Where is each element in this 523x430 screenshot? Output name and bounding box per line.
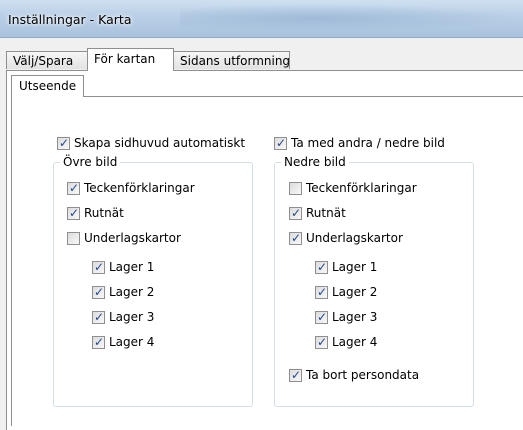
checkbox-box[interactable]: ✓ — [274, 135, 287, 150]
upper-layer-1-checkbox[interactable]: ✓ Lager 1 — [92, 259, 154, 275]
check-icon: ✓ — [93, 309, 105, 324]
upper-layer-3-label: Lager 3 — [109, 310, 155, 324]
checkbox-box[interactable]: ✓ — [92, 309, 105, 324]
lower-layer-3-label: Lager 3 — [332, 310, 378, 324]
checkbox-box[interactable]: ✓ — [289, 230, 302, 245]
lower-layer-4-checkbox[interactable]: ✓ Lager 4 — [315, 334, 377, 350]
upper-image-group: Övre bild ✓ Teckenförklaringar ✓ Rutnät … — [53, 155, 253, 407]
checkbox-box[interactable]: ✓ — [67, 205, 80, 220]
tab-for-kartan[interactable]: För kartan — [87, 48, 174, 71]
check-icon: ✓ — [68, 180, 80, 195]
lower-layer-2-checkbox[interactable]: ✓ Lager 2 — [315, 284, 377, 300]
window-title: Inställningar - Karta — [8, 12, 132, 27]
checkbox-box[interactable]: ✓ — [57, 135, 70, 150]
check-icon: ✓ — [290, 205, 302, 220]
upper-basemaps-checkbox[interactable]: Underlagskartor — [67, 230, 181, 246]
tab-valj-spara[interactable]: Välj/Spara — [6, 51, 88, 69]
checkbox-box[interactable]: ✓ — [289, 205, 302, 220]
check-icon: ✓ — [290, 367, 302, 382]
checkbox-box[interactable] — [67, 231, 80, 245]
upper-image-title: Övre bild — [60, 155, 121, 169]
include-second-image-label: Ta med andra / nedre bild — [291, 136, 445, 150]
upper-legends-label: Teckenförklaringar — [84, 181, 195, 195]
check-icon: ✓ — [316, 334, 328, 349]
check-icon: ✓ — [316, 309, 328, 324]
tab-utseende[interactable]: Utseende — [11, 75, 85, 97]
lower-legends-label: Teckenförklaringar — [306, 181, 417, 195]
check-icon: ✓ — [275, 135, 287, 150]
checkbox-box[interactable]: ✓ — [92, 284, 105, 299]
lower-image-group: Nedre bild Teckenförklaringar ✓ Rutnät ✓… — [274, 155, 474, 407]
lower-grid-checkbox[interactable]: ✓ Rutnät — [289, 205, 346, 221]
subpanel-utseende: ✓ Skapa sidhuvud automatiskt ✓ Ta med an… — [11, 96, 523, 426]
titlebar-glow — [180, 4, 520, 32]
checkbox-box[interactable]: ✓ — [315, 309, 328, 324]
remove-personal-data-checkbox[interactable]: ✓ Ta bort persondata — [289, 367, 419, 383]
lower-layer-1-checkbox[interactable]: ✓ Lager 1 — [315, 259, 377, 275]
check-icon: ✓ — [316, 284, 328, 299]
include-second-image-checkbox[interactable]: ✓ Ta med andra / nedre bild — [274, 135, 445, 151]
upper-grid-checkbox[interactable]: ✓ Rutnät — [67, 205, 124, 221]
checkbox-box[interactable]: ✓ — [289, 367, 302, 382]
checkbox-box[interactable]: ✓ — [315, 259, 328, 274]
tab-sidans-utformning[interactable]: Sidans utformning — [173, 51, 290, 69]
check-icon: ✓ — [93, 334, 105, 349]
checkbox-box[interactable]: ✓ — [315, 334, 328, 349]
upper-layer-3-checkbox[interactable]: ✓ Lager 3 — [92, 309, 154, 325]
remove-personal-data-label: Ta bort persondata — [306, 368, 420, 382]
lower-layer-1-label: Lager 1 — [332, 260, 378, 274]
lower-grid-label: Rutnät — [306, 206, 346, 220]
lower-basemaps-label: Underlagskartor — [306, 231, 403, 245]
checkbox-box[interactable]: ✓ — [315, 284, 328, 299]
check-icon: ✓ — [68, 205, 80, 220]
dialog-client-area: Välj/Spara För kartan Sidans utformning … — [0, 38, 523, 430]
auto-header-checkbox[interactable]: ✓ Skapa sidhuvud automatiskt — [57, 135, 245, 151]
check-icon: ✓ — [93, 284, 105, 299]
upper-layer-2-checkbox[interactable]: ✓ Lager 2 — [92, 284, 154, 300]
check-icon: ✓ — [93, 259, 105, 274]
upper-basemaps-label: Underlagskartor — [84, 231, 181, 245]
upper-grid-label: Rutnät — [84, 206, 124, 220]
check-icon: ✓ — [58, 135, 70, 150]
checkbox-box[interactable]: ✓ — [92, 259, 105, 274]
lower-layer-4-label: Lager 4 — [332, 335, 378, 349]
check-icon: ✓ — [290, 230, 302, 245]
check-icon: ✓ — [316, 259, 328, 274]
window-titlebar[interactable]: Inställningar - Karta — [0, 0, 523, 38]
lower-layer-2-label: Lager 2 — [332, 285, 378, 299]
lower-legends-checkbox[interactable]: Teckenförklaringar — [289, 180, 417, 196]
tab-panel-for-kartan: Utseende ✓ Skapa sidhuvud automatiskt ✓ … — [6, 70, 523, 430]
upper-legends-checkbox[interactable]: ✓ Teckenförklaringar — [67, 180, 195, 196]
checkbox-box[interactable] — [289, 181, 302, 195]
auto-header-label: Skapa sidhuvud automatiskt — [74, 136, 246, 150]
upper-layer-2-label: Lager 2 — [109, 285, 155, 299]
lower-image-title: Nedre bild — [281, 155, 349, 169]
upper-layer-4-label: Lager 4 — [109, 335, 155, 349]
checkbox-box[interactable]: ✓ — [92, 334, 105, 349]
lower-layer-3-checkbox[interactable]: ✓ Lager 3 — [315, 309, 377, 325]
lower-basemaps-checkbox[interactable]: ✓ Underlagskartor — [289, 230, 403, 246]
checkbox-box[interactable]: ✓ — [67, 180, 80, 195]
upper-layer-1-label: Lager 1 — [109, 260, 155, 274]
upper-layer-4-checkbox[interactable]: ✓ Lager 4 — [92, 334, 154, 350]
